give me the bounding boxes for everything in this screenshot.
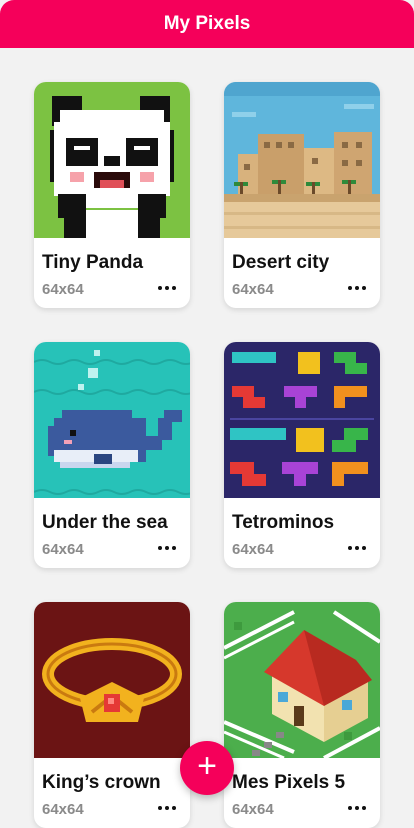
artwork-size: 64x64 (232, 281, 274, 298)
more-options-icon[interactable] (344, 537, 370, 559)
more-options-icon[interactable] (344, 277, 370, 299)
artwork-card-under-the-sea[interactable]: Under the sea 64x64 (34, 342, 190, 568)
more-options-icon[interactable] (154, 537, 180, 559)
house-illustration (224, 602, 380, 758)
artwork-thumbnail (34, 82, 190, 238)
artwork-title: King’s crown (42, 772, 161, 793)
artwork-title: Tetrominos (232, 512, 335, 533)
add-pixel-art-button[interactable]: + (180, 741, 234, 795)
artwork-thumbnail (34, 342, 190, 498)
more-options-icon[interactable] (344, 797, 370, 819)
artwork-thumbnail (224, 602, 380, 758)
artwork-card-kings-crown[interactable]: King’s crown 64x64 (34, 602, 190, 828)
artwork-size: 64x64 (232, 541, 274, 558)
artwork-thumbnail (34, 602, 190, 758)
artwork-size: 64x64 (232, 801, 274, 818)
artwork-title: Mes Pixels 5 (232, 772, 346, 793)
more-options-icon[interactable] (154, 797, 180, 819)
artwork-title: Under the sea (42, 512, 168, 533)
crown-illustration (34, 602, 190, 758)
whale-illustration (34, 342, 190, 498)
artwork-size: 64x64 (42, 281, 84, 298)
artwork-thumbnail (224, 342, 380, 498)
artwork-card-tetrominos[interactable]: Tetrominos 64x64 (224, 342, 380, 568)
artwork-card-desert-city[interactable]: Desert city 64x64 (224, 82, 380, 308)
desert-city-illustration (224, 82, 380, 238)
panda-illustration (34, 82, 190, 238)
pixel-art-grid: Tiny Panda 64x64 Desert city 64x64 Under… (0, 48, 414, 828)
page-title: My Pixels (163, 13, 251, 34)
artwork-title: Desert city (232, 252, 330, 273)
artwork-title: Tiny Panda (42, 252, 144, 273)
artwork-card-tiny-panda[interactable]: Tiny Panda 64x64 (34, 82, 190, 308)
artwork-card-mes-pixels-5[interactable]: Mes Pixels 5 64x64 (224, 602, 380, 828)
app-bar: My Pixels (0, 0, 414, 48)
more-options-icon[interactable] (154, 277, 180, 299)
tetromino-illustration (224, 342, 380, 498)
artwork-thumbnail (224, 82, 380, 238)
artwork-size: 64x64 (42, 541, 84, 558)
plus-icon: + (197, 747, 217, 785)
artwork-size: 64x64 (42, 801, 84, 818)
